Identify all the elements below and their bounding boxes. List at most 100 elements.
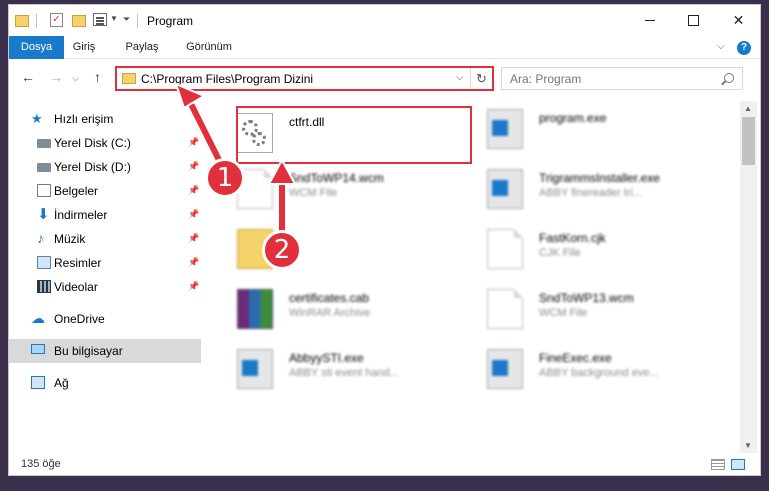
minimize-button[interactable] <box>627 5 672 36</box>
address-bar[interactable]: C:\Program Files\Program Dizini ⌵ ↻ <box>115 66 494 91</box>
sidebar-item-label: Belgeler <box>54 184 99 198</box>
network-icon <box>31 376 45 389</box>
sidebar-item-local-disk-d[interactable]: Yerel Disk (D:) 📌 <box>9 155 201 179</box>
annotation-step-1: 1 <box>205 158 245 198</box>
file-item[interactable]: SndToWP14.wcm WCM File <box>231 163 471 213</box>
scroll-up-icon[interactable]: ▲ <box>744 104 752 113</box>
scroll-thumb[interactable] <box>742 117 755 165</box>
sidebar-item-label: OneDrive <box>54 312 105 326</box>
tab-home[interactable]: Giriş <box>64 36 104 59</box>
file-name: FastKorn.cjk <box>539 231 606 245</box>
file-type: CJK File <box>539 247 581 259</box>
details-view-icon[interactable] <box>711 459 725 470</box>
file-name: certificates.cab <box>289 291 370 305</box>
refresh-icon[interactable]: ↻ <box>470 68 492 89</box>
vertical-scrollbar[interactable]: ▲ ▼ <box>740 101 757 453</box>
up-arrow-icon[interactable]: ↑ <box>94 69 101 85</box>
sidebar-item-onedrive[interactable]: ☁ OneDrive <box>9 307 201 331</box>
toolbar-divider <box>36 14 37 28</box>
disk-icon <box>37 163 51 172</box>
exe-icon <box>487 349 523 389</box>
pin-icon[interactable]: 📌 <box>188 233 199 244</box>
navigation-bar: ← → ⌵ ↑ C:\Program Files\Program Dizini … <box>9 60 760 96</box>
file-item[interactable]: AbbyySTI.exe ABBY sti event hand... <box>231 343 471 393</box>
close-button[interactable]: ✕ <box>716 5 760 36</box>
annotation-step-2: 2 <box>262 230 302 270</box>
sidebar-item-quick-access[interactable]: ★ Hızlı erişim <box>9 107 201 131</box>
search-input[interactable]: Ara: Program <box>501 67 743 90</box>
file-item[interactable]: certificates.cab WinRAR Archive <box>231 283 471 333</box>
download-icon: ⬇ <box>37 206 50 223</box>
navigation-pane: ★ Hızlı erişim Yerel Disk (C:) 📌 Yerel D… <box>9 101 209 447</box>
file-type: ABBY background eve... <box>539 367 659 379</box>
new-folder-icon[interactable] <box>72 15 86 27</box>
tab-view[interactable]: Görünüm <box>177 36 241 59</box>
sidebar-item-this-pc[interactable]: Bu bilgisayar <box>9 339 201 363</box>
tab-file[interactable]: Dosya <box>9 36 64 59</box>
sidebar-item-videos[interactable]: Videolar 📌 <box>9 275 201 299</box>
star-icon: ★ <box>31 111 43 126</box>
back-arrow-icon[interactable]: ← <box>21 69 35 85</box>
video-icon <box>37 280 51 293</box>
highlight-box-file <box>236 106 472 164</box>
file-name: FineExec.exe <box>539 351 612 365</box>
maximize-button[interactable] <box>671 5 716 36</box>
item-count: 135 öğe <box>21 458 61 470</box>
sidebar-item-label: Videolar <box>54 280 98 294</box>
sidebar-item-label: Bu bilgisayar <box>54 344 123 358</box>
search-placeholder: Ara: Program <box>510 72 582 86</box>
file-item[interactable]: SndToWP13.wcm WCM File <box>481 283 721 333</box>
sidebar-item-music[interactable]: ♪ Müzik 📌 <box>9 227 201 251</box>
archive-icon <box>237 289 273 329</box>
sidebar-item-label: Yerel Disk (C:) <box>54 136 131 150</box>
sidebar-item-label: Hızlı erişim <box>54 112 114 126</box>
file-name: SndToWP13.wcm <box>539 291 634 305</box>
properties-icon[interactable] <box>93 13 107 26</box>
address-dropdown-icon[interactable]: ⌵ <box>456 72 464 83</box>
file-type: WinRAR Archive <box>289 307 371 319</box>
properties-check-icon[interactable]: ✓ <box>50 13 63 27</box>
file-name: AbbyySTI.exe <box>289 351 364 365</box>
tab-share[interactable]: Paylaş <box>117 36 167 59</box>
sidebar-item-local-disk-c[interactable]: Yerel Disk (C:) 📌 <box>9 131 201 155</box>
file-item[interactable]: TrigrammsInstaller.exe ABBY finereader t… <box>481 163 721 213</box>
document-icon <box>487 289 523 329</box>
pin-icon[interactable]: 📌 <box>188 137 199 148</box>
sidebar-item-network[interactable]: Ağ <box>9 371 201 395</box>
file-item[interactable]: program.exe <box>481 103 721 153</box>
forward-arrow-icon[interactable]: → <box>49 69 63 85</box>
sidebar-item-label: Yerel Disk (D:) <box>54 160 131 174</box>
explorer-window: ✓ ▼ ⏷ Program ✕ Dosya Giriş Paylaş Görün… <box>8 4 761 476</box>
help-icon[interactable]: ? <box>737 41 751 55</box>
file-item[interactable]: FastKorn.cjk CJK File <box>481 223 721 273</box>
exe-icon <box>487 109 523 149</box>
file-item[interactable]: FineExec.exe ABBY background eve... <box>481 343 721 393</box>
chevron-down-icon[interactable]: ▼ <box>110 14 118 30</box>
document-icon <box>37 184 51 197</box>
music-icon: ♪ <box>37 230 44 246</box>
scroll-down-icon[interactable]: ▼ <box>744 441 752 450</box>
pin-icon[interactable]: 📌 <box>188 257 199 268</box>
pin-icon[interactable]: 📌 <box>188 209 199 220</box>
sidebar-item-downloads[interactable]: ⬇ İndirmeler 📌 <box>9 203 201 227</box>
pin-icon[interactable]: 📌 <box>188 281 199 292</box>
title-bar: ✓ ▼ ⏷ Program ✕ <box>9 5 760 36</box>
pin-icon[interactable]: 📌 <box>188 161 199 172</box>
sidebar-item-label: Ağ <box>54 376 69 390</box>
sidebar-item-pictures[interactable]: Resimler 📌 <box>9 251 201 275</box>
address-path[interactable]: C:\Program Files\Program Dizini <box>141 72 313 86</box>
expand-ribbon-icon[interactable]: ⌵ <box>717 41 725 52</box>
customize-toolbar-icon[interactable]: ⏷ <box>123 14 130 30</box>
file-type: WCM File <box>289 187 338 199</box>
document-icon <box>487 229 523 269</box>
file-type: WCM File <box>539 307 588 319</box>
large-icons-view-icon[interactable] <box>731 459 745 470</box>
computer-icon <box>31 344 45 354</box>
exe-icon <box>237 349 273 389</box>
file-type: ABBY finereader tri... <box>539 187 643 199</box>
sidebar-item-label: İndirmeler <box>54 208 108 222</box>
recent-locations-chevron-icon[interactable]: ⌵ <box>72 73 79 84</box>
pin-icon[interactable]: 📌 <box>188 185 199 196</box>
folder-icon <box>15 15 29 27</box>
sidebar-item-documents[interactable]: Belgeler 📌 <box>9 179 201 203</box>
